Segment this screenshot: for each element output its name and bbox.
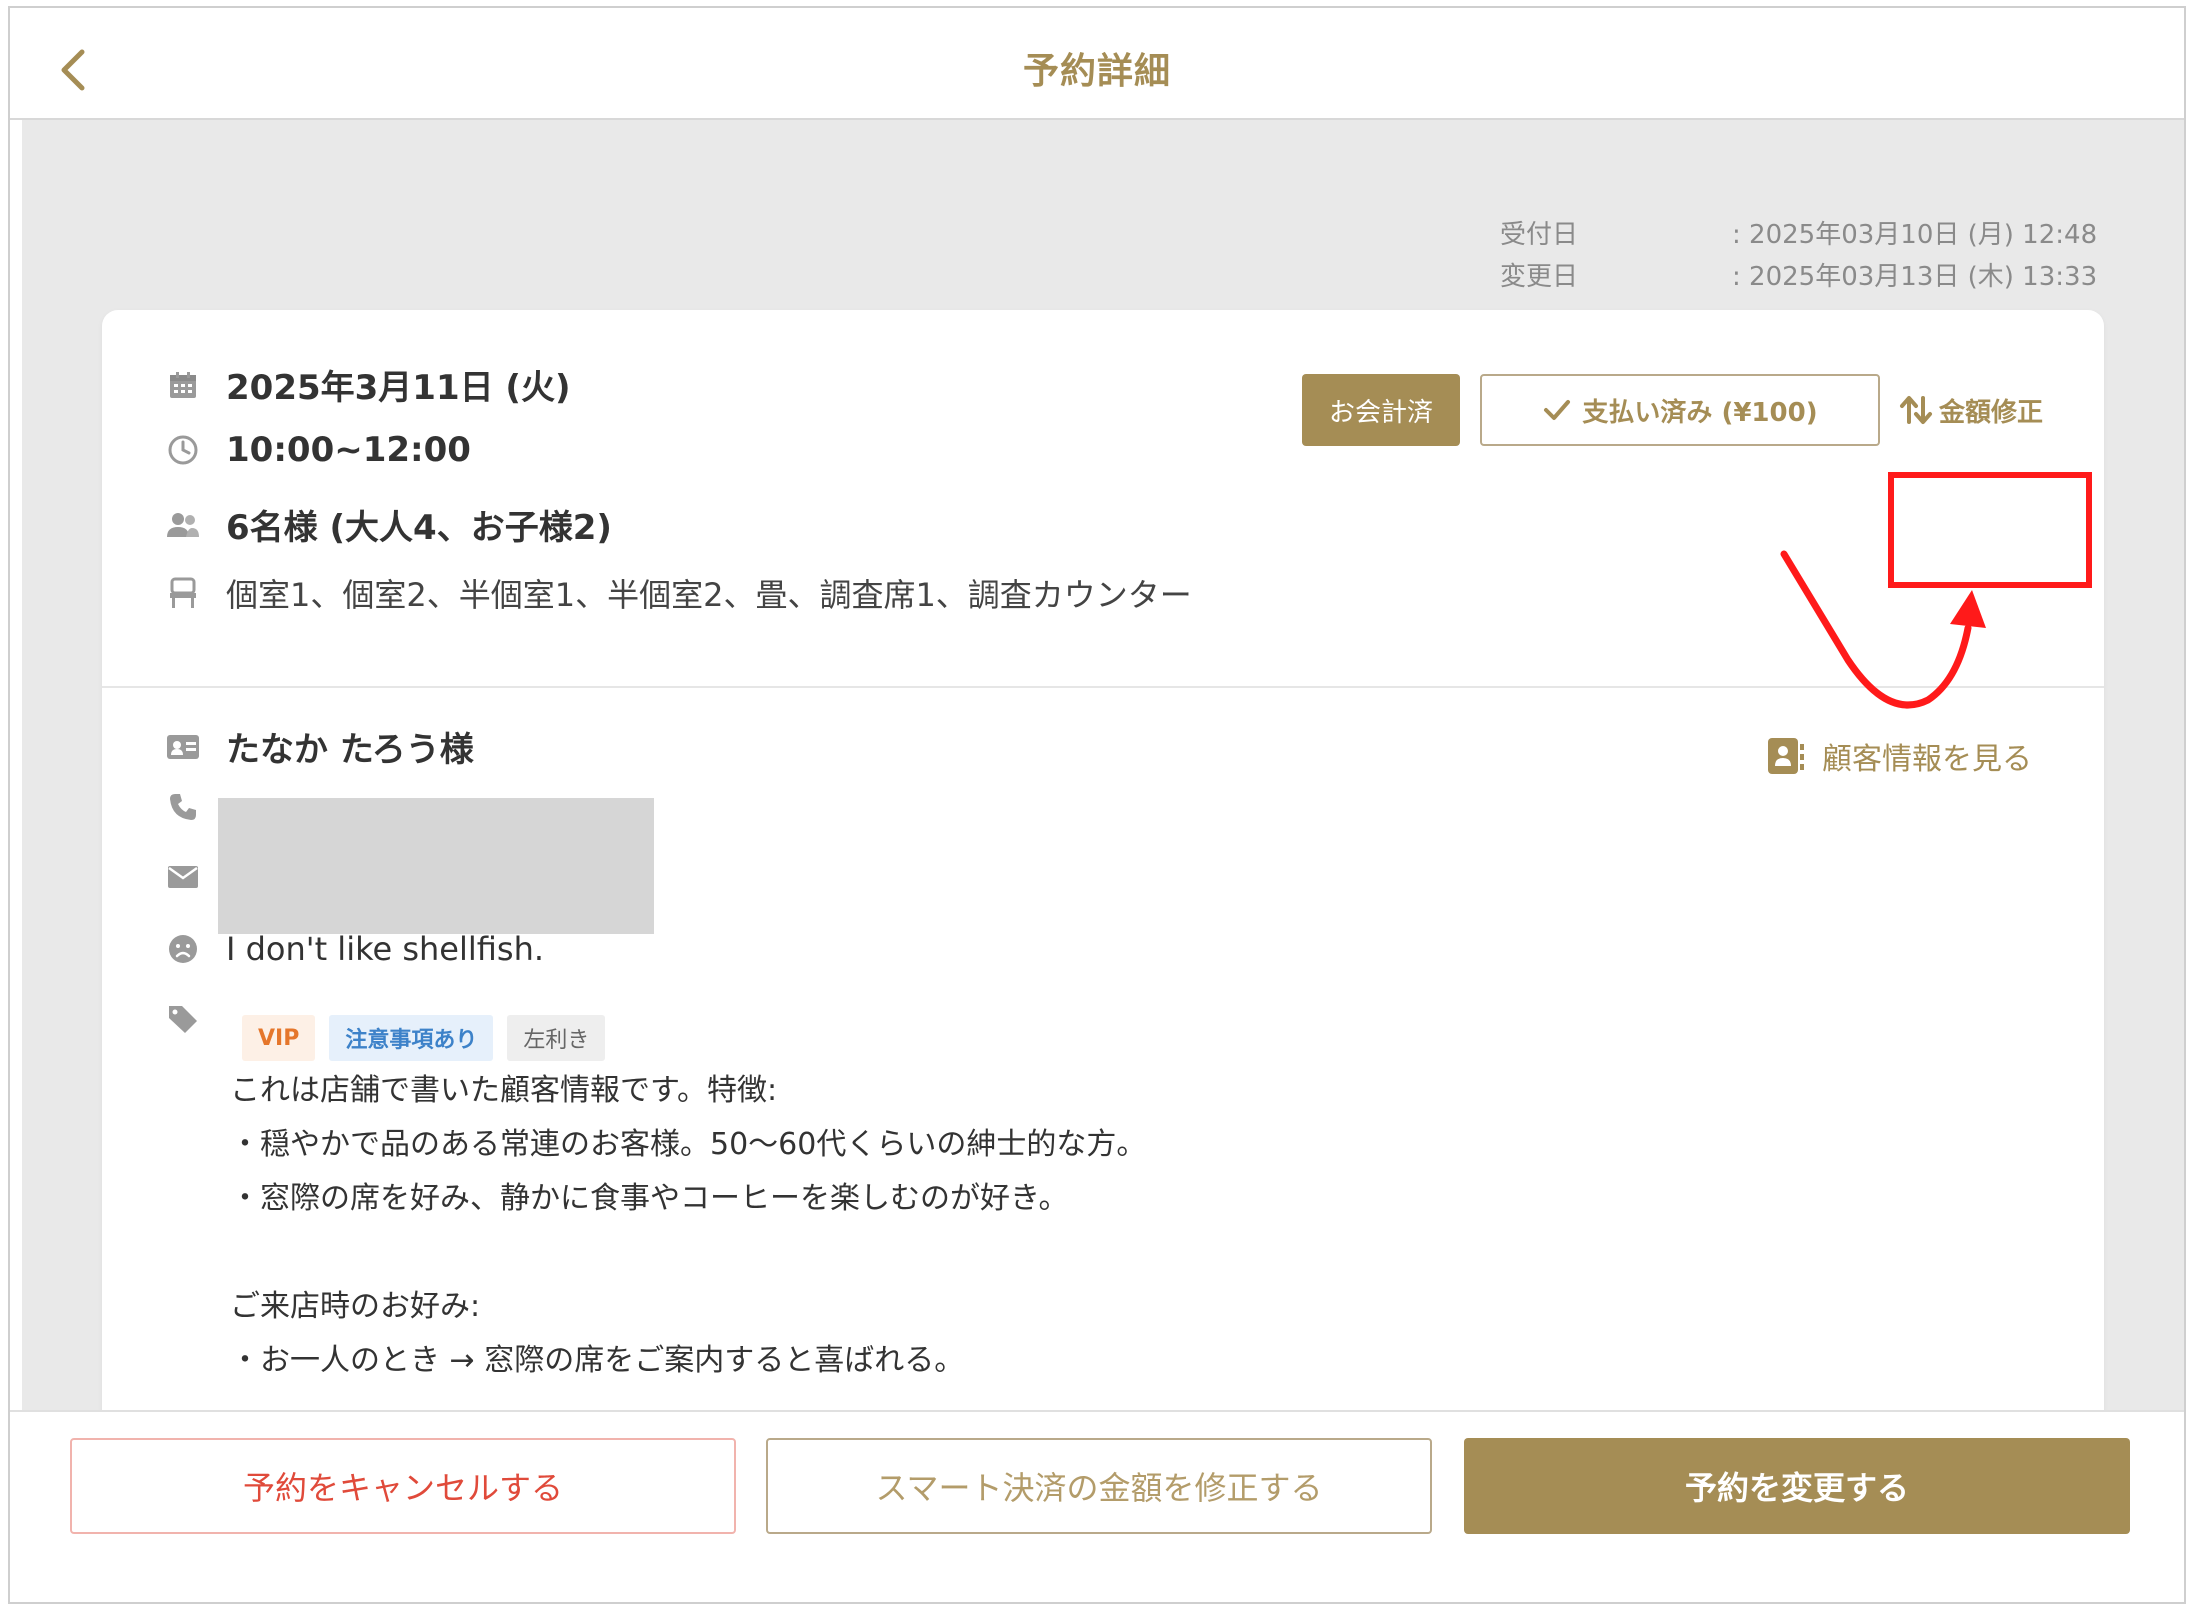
changed-date-value: : 2025年03月13日 (木) 13:33 (1732, 262, 2098, 292)
customer-tags: VIP 注意事項あり 左利き (242, 1015, 606, 1061)
tag-left-handed: 左利き (507, 1015, 606, 1061)
view-customer-info-link[interactable]: 顧客情報を見る (1766, 734, 2032, 778)
check-icon (1544, 400, 1571, 420)
reservation-date: 2025年3月11日 (火) (226, 368, 571, 408)
sort-arrows-icon (1899, 396, 1932, 424)
guest-count: 6名様 (大人4、お子様2) (226, 508, 612, 548)
adjust-amount-button[interactable]: 金額修正 (1886, 374, 2056, 446)
redacted-contact-info (218, 798, 654, 934)
tags-row (166, 1002, 226, 1036)
mail-icon (166, 860, 200, 894)
reservation-meta: 受付日 : 2025年03月10日 (月) 12:48 変更日 : 2025年0… (1500, 214, 2097, 298)
annotation-arrow-icon (1780, 550, 1986, 709)
main-content[interactable]: 受付日 : 2025年03月10日 (月) 12:48 変更日 : 2025年0… (22, 120, 2184, 1410)
received-date-value: : 2025年03月10日 (月) 12:48 (1732, 220, 2098, 250)
tag-caution: 注意事項あり (329, 1015, 494, 1061)
view-customer-info-label: 顧客情報を見る (1822, 742, 2032, 777)
phone-icon (166, 790, 200, 824)
paid-badge: お会計済 (1302, 374, 1460, 446)
reservation-card: 2025年3月11日 (火) 10:00~12:00 6名様 (大人4、お子様2… (102, 310, 2104, 1410)
received-date-label: 受付日 (1500, 220, 1579, 250)
app-window: 予約詳細 受付日 : 2025年03月10日 (月) 12:48 変更日 : 2… (8, 6, 2186, 1604)
footer-actions: 予約をキャンセルする スマート決済の金額を修正する 予約を変更する (10, 1410, 2184, 1602)
changed-date-label: 変更日 (1500, 262, 1579, 292)
payment-status-button[interactable]: 支払い済み (¥100) (1480, 374, 1880, 446)
id-card-icon (166, 730, 200, 764)
time-row: 10:00~12:00 (166, 430, 471, 470)
phone-row (166, 790, 226, 824)
change-reservation-button[interactable]: 予約を変更する (1464, 1438, 2130, 1534)
edit-smart-payment-button[interactable]: スマート決済の金額を修正する (766, 1438, 1432, 1534)
page-title: 予約詳細 (1022, 51, 1171, 92)
people-icon (166, 508, 200, 542)
chair-icon (166, 576, 200, 610)
allergy-row: I don't like shellfish. (166, 930, 544, 968)
guests-row: 6名様 (大人4、お子様2) (166, 500, 612, 549)
customer-note: これは店舗で書いた顧客情報です。特徴: ・穏やかで品のある常連のお客様。50〜6… (230, 1073, 1147, 1378)
date-row: 2025年3月11日 (火) (166, 360, 571, 409)
customer-name: たなか たろう様 (226, 730, 474, 770)
cancel-reservation-button[interactable]: 予約をキャンセルする (70, 1438, 736, 1534)
seat-list: 個室1、個室2、半個室1、半個室2、畳、調査席1、調査カウンター (226, 576, 1192, 614)
payment-status-label: 支払い済み (¥100) (1582, 397, 1818, 428)
email-row (166, 860, 226, 894)
tag-vip: VIP (242, 1015, 316, 1061)
tag-icon (166, 1002, 200, 1036)
sad-face-icon (166, 932, 200, 966)
calendar-icon (166, 368, 200, 402)
customer-name-row: たなか たろう様 (166, 722, 474, 771)
allergy-note: I don't like shellfish. (226, 930, 545, 968)
reservation-time: 10:00~12:00 (226, 430, 471, 470)
adjust-amount-label: 金額修正 (1938, 397, 2043, 428)
seats-row: 個室1、個室2、半個室1、半個室2、畳、調査席1、調査カウンター (166, 570, 1192, 616)
header-bar: 予約詳細 (10, 8, 2184, 120)
clock-icon (166, 433, 200, 467)
contact-card-icon (1768, 738, 1804, 774)
